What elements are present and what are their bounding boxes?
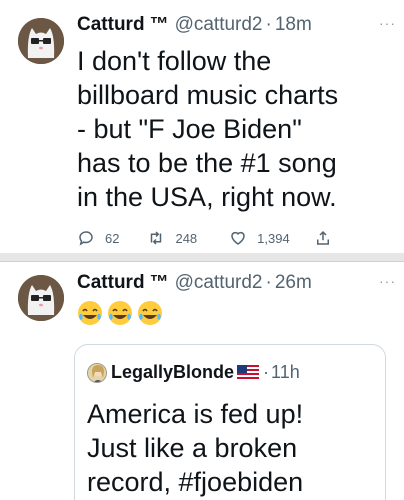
separator-dot: ·: [263, 362, 270, 382]
display-name[interactable]: Catturd: [77, 14, 145, 35]
handle[interactable]: @catturd2: [175, 14, 263, 35]
quoted-text-line: America is fed up!: [87, 399, 304, 429]
like-button[interactable]: 1,394: [229, 229, 290, 247]
trademark-symbol: ™: [149, 14, 169, 35]
retweet-count: 248: [175, 230, 198, 246]
tears-of-joy-emoji-icon: [108, 301, 132, 325]
tweet-1[interactable]: Catturd ™ @catturd2 · 18m ··· I don't follow…: [0, 0, 404, 262]
display-name[interactable]: Catturd: [77, 272, 145, 293]
quoted-tweet[interactable]: LegallyBlonde · 11h America is fed up! Ju…: [74, 344, 386, 500]
action-bar: 62 248 1,394: [77, 226, 377, 250]
trademark-symbol: ™: [149, 272, 169, 293]
share-button[interactable]: [314, 229, 342, 247]
quoted-display-name[interactable]: LegallyBlonde: [111, 362, 234, 382]
emoji-row: [77, 300, 167, 326]
reply-button[interactable]: 62: [77, 229, 119, 247]
separator-dot: ·: [265, 14, 272, 35]
tears-of-joy-emoji-icon: [78, 301, 102, 325]
cat-avatar-icon: [18, 275, 64, 321]
like-count: 1,394: [257, 230, 290, 246]
share-icon: [316, 230, 329, 245]
quoted-text-line: record, #fjoebiden: [87, 467, 304, 497]
cat-avatar-icon: [18, 18, 64, 64]
tweet-text: I don't follow the billboard music chart…: [77, 44, 399, 214]
quoted-text: America is fed up! Just like a broken re…: [87, 397, 377, 499]
tweet-text-line: I don't follow the: [77, 46, 272, 76]
tweet-text-line: in the USA, right now.: [77, 182, 337, 212]
tweet-text-line: billboard music charts: [77, 80, 339, 110]
retweet-button[interactable]: 248: [147, 229, 197, 247]
quoted-header: LegallyBlonde · 11h: [111, 361, 300, 383]
reply-count: 62: [105, 230, 120, 246]
quoted-avatar[interactable]: [87, 363, 107, 383]
timestamp[interactable]: 26m: [275, 272, 312, 293]
quoted-timestamp[interactable]: 11h: [271, 362, 300, 382]
tears-of-joy-emoji-icon: [138, 301, 162, 325]
tweet-text-line: has to be the #1 song: [77, 148, 337, 178]
retweet-icon: [151, 231, 162, 245]
avatar[interactable]: [18, 18, 64, 64]
reply-icon: [79, 231, 93, 246]
tweet-header: Catturd ™ @catturd2 · 18m: [77, 14, 312, 36]
quoted-text-line: Just like a broken: [87, 433, 298, 463]
separator-dot: ·: [265, 272, 272, 293]
us-flag-icon: [237, 365, 260, 379]
tweet-divider: [0, 253, 404, 262]
more-options-icon[interactable]: ···: [379, 273, 396, 289]
more-options-icon[interactable]: ···: [379, 15, 396, 31]
avatar-portrait-icon: [88, 364, 106, 382]
handle[interactable]: @catturd2: [175, 272, 263, 293]
timestamp[interactable]: 18m: [275, 14, 312, 35]
avatar[interactable]: [18, 275, 64, 321]
tweet-text-line: - but "F Joe Biden": [77, 114, 302, 144]
like-icon: [231, 231, 245, 245]
tweet-header: Catturd ™ @catturd2 · 26m: [77, 272, 312, 294]
